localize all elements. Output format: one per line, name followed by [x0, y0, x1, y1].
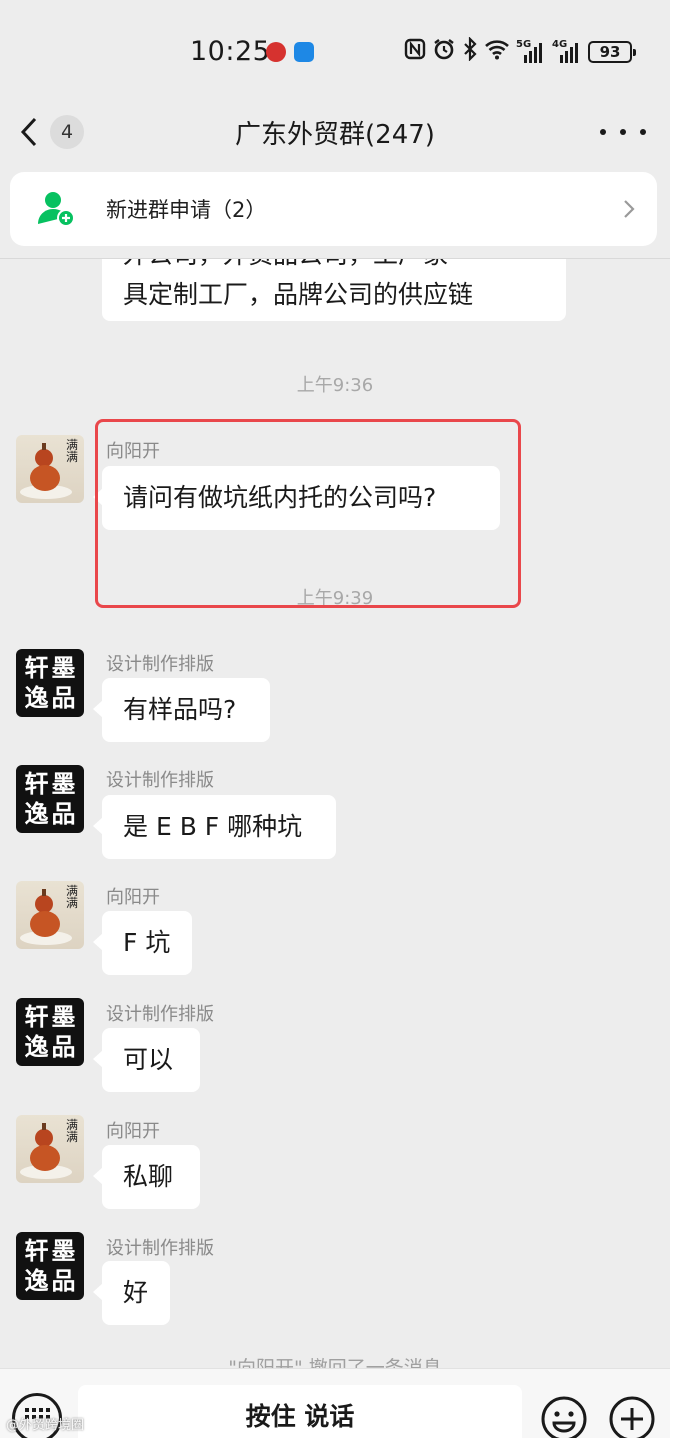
screen-edge	[670, 0, 692, 1438]
avatar-xiangyangkai[interactable]: 满满	[16, 435, 84, 503]
timestamp: 上午9:36	[296, 375, 374, 396]
more-dots-icon	[600, 129, 606, 135]
chevron-right-icon	[624, 200, 635, 218]
signal-5g-icon: 5G	[516, 39, 546, 65]
wifi-icon	[484, 38, 510, 67]
status-bar: 10:25 5G 4G 93	[0, 0, 670, 100]
battery-icon: 93	[588, 41, 636, 63]
sender-name: 向阳开	[106, 1121, 160, 1142]
join-request-label: 新进群申请（2）	[106, 198, 267, 222]
chat-title: 广东外贸群(247)	[235, 120, 435, 150]
battery-level: 93	[599, 43, 621, 61]
message-bubble[interactable]: 好	[93, 1261, 170, 1325]
avatar-xiangyangkai[interactable]: 满满	[16, 1115, 84, 1183]
avatar-shejizhizuopaiban[interactable]: 轩墨 逸品	[16, 998, 84, 1066]
sender-name: 设计制作排版	[106, 1004, 214, 1025]
avatar-shejizhizuopaiban[interactable]: 轩墨 逸品	[16, 649, 84, 717]
sender-name: 向阳开	[106, 887, 160, 908]
watermark: @外贸跨境圈	[6, 1418, 85, 1433]
status-time: 10:25	[190, 36, 271, 67]
sender-name: 设计制作排版	[106, 654, 214, 675]
nav-bar: 4 广东外贸群(247)	[0, 100, 670, 164]
bluetooth-icon	[462, 35, 478, 68]
message-bubble[interactable]: 有样品吗?	[93, 678, 270, 742]
more-options-button[interactable]	[600, 118, 646, 146]
input-bar: 按住 说话	[0, 1368, 670, 1438]
message-bubble[interactable]: 可以	[93, 1028, 200, 1092]
message-bubble[interactable]: F 坑	[93, 911, 192, 975]
nfc-icon	[404, 38, 426, 67]
emoji-icon[interactable]	[540, 1395, 588, 1438]
alarm-icon	[432, 37, 456, 68]
message-bubble[interactable]: 私聊	[93, 1145, 200, 1209]
add-member-icon	[38, 192, 75, 227]
avatar-shejizhizuopaiban[interactable]: 轩墨 逸品	[16, 1232, 84, 1300]
avatar-xiangyangkai[interactable]: 满满	[16, 881, 84, 949]
highlight-annotation	[95, 419, 521, 608]
system-notice: "向阳开" 撤回了一条消息	[228, 1357, 442, 1368]
chat-message-list[interactable]: 外公司，外贸品公司，工厂家 具定制工厂，品牌公司的供应链 上午9:36 满满 向…	[0, 259, 670, 1368]
sender-name: 设计制作排版	[106, 770, 214, 791]
join-request-banner[interactable]: 新进群申请（2）	[10, 172, 657, 246]
bank-app-icon	[266, 42, 286, 62]
message-bubble-partial[interactable]: 外公司，外贸品公司，工厂家 具定制工厂，品牌公司的供应链	[102, 259, 566, 321]
sender-name: 设计制作排版	[106, 1238, 214, 1259]
hold-to-talk-button[interactable]: 按住 说话	[78, 1385, 522, 1438]
cloud-app-icon	[294, 42, 314, 62]
signal-4g-icon: 4G	[552, 39, 582, 65]
avatar-shejizhizuopaiban[interactable]: 轩墨 逸品	[16, 765, 84, 833]
more-plus-icon[interactable]	[608, 1395, 656, 1438]
message-bubble[interactable]: 是 E B F 哪种坑	[93, 795, 336, 859]
